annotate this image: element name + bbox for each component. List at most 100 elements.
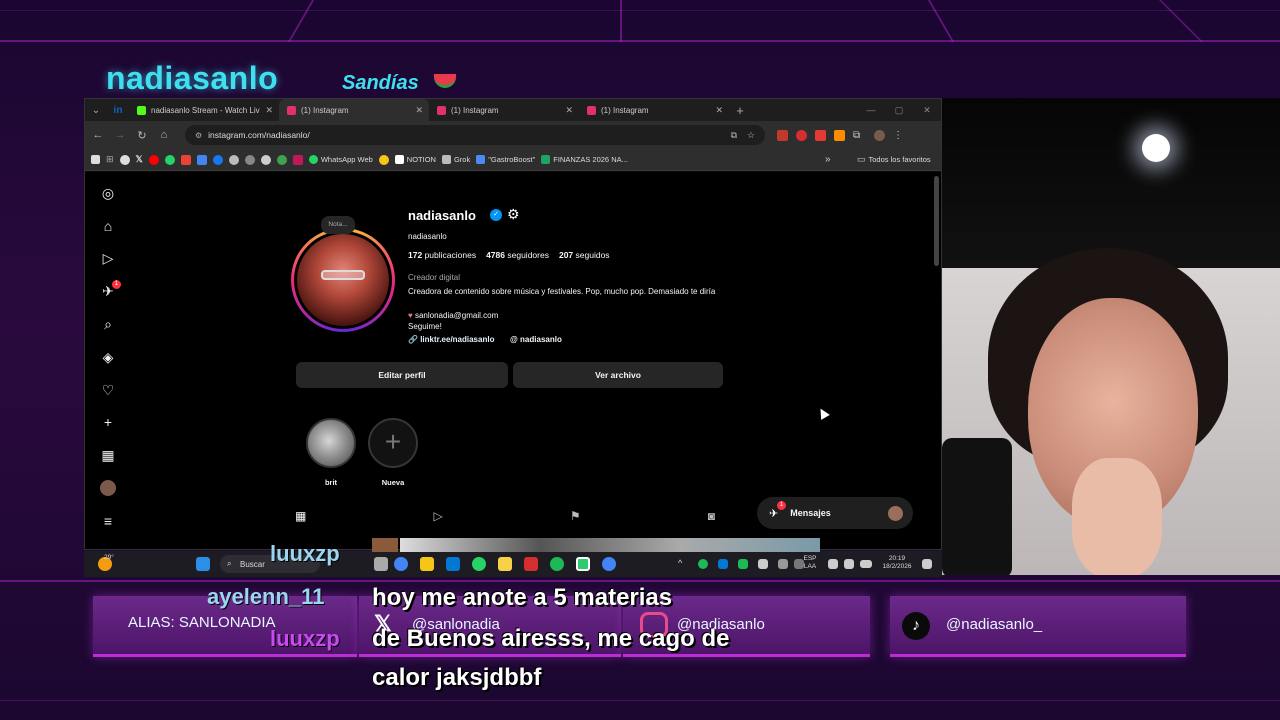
chatgpt-icon[interactable] [244, 154, 255, 165]
pdf-reader-icon[interactable] [524, 557, 538, 571]
scrollbar[interactable] [934, 176, 939, 266]
bookmark-icon[interactable] [292, 154, 303, 165]
calendar-icon[interactable] [196, 154, 207, 165]
dashboard-icon[interactable]: ▦ [100, 447, 116, 463]
pdf-extension-icon[interactable] [815, 129, 826, 141]
tray-icon[interactable] [738, 559, 748, 569]
bookmark-grok[interactable]: Grok [441, 155, 470, 164]
sticky-notes-icon[interactable] [498, 557, 512, 571]
tab-kick-stream[interactable]: nadiasanlo Stream - Watch Liv ✕ [129, 99, 279, 121]
youtube-icon[interactable] [148, 154, 159, 165]
create-icon[interactable]: + [100, 414, 116, 430]
close-icon[interactable]: ✕ [715, 105, 723, 116]
adblock-extension-icon[interactable] [777, 129, 788, 141]
store-icon[interactable] [446, 557, 460, 571]
volume-icon[interactable] [844, 559, 854, 569]
extension-icon[interactable] [796, 129, 807, 141]
tab-instagram-active[interactable]: (1) Instagram ✕ [279, 99, 429, 121]
highlight-new[interactable]: + Nueva [366, 418, 420, 487]
reels-icon[interactable]: ▷ [100, 250, 116, 266]
heart-icon[interactable]: ♡ [100, 382, 116, 398]
x-icon[interactable]: 𝕏 [136, 154, 143, 165]
home-icon[interactable]: ⌂ [100, 218, 116, 234]
facebook-icon[interactable] [212, 154, 223, 165]
more-bookmarks-icon[interactable]: » [825, 154, 831, 165]
minimize-button[interactable]: — [857, 99, 885, 121]
reload-icon[interactable]: ↻ [131, 129, 153, 142]
tray-spotify-icon[interactable] [698, 559, 708, 569]
threads-link[interactable]: @ nadiasanlo [510, 335, 562, 344]
bookmark-icon[interactable] [260, 154, 271, 165]
bookmark-star-icon[interactable]: ☆ [747, 130, 755, 141]
search-icon[interactable]: ⌕ [100, 316, 116, 332]
send-icon[interactable] [758, 559, 768, 569]
whatsapp-icon[interactable] [472, 557, 486, 571]
close-icon[interactable]: ✕ [565, 105, 573, 116]
bookmark-whatsapp-web[interactable]: WhatsApp Web [308, 155, 373, 164]
bookmark-icon[interactable] [378, 154, 389, 165]
bookmark-icon[interactable] [276, 154, 287, 165]
view-archive-button[interactable]: Ver archivo [513, 362, 723, 388]
following-stat[interactable]: 207 seguidos [559, 250, 610, 260]
settings-gear-icon[interactable]: ⚙ [507, 206, 520, 223]
tab-instagram[interactable]: (1) Instagram ✕ [579, 99, 729, 121]
grid-icon[interactable]: ⊞ [106, 154, 114, 165]
home-icon[interactable]: ⌂ [153, 129, 175, 141]
profile-avatar[interactable] [874, 129, 886, 141]
forward-icon[interactable]: → [109, 129, 131, 141]
messages-button[interactable]: ✈ 1 Mensajes [757, 497, 913, 529]
install-icon[interactable]: ⧉ [731, 130, 737, 141]
windows-start-icon[interactable] [196, 557, 210, 571]
note-bubble[interactable]: Nota... [321, 216, 355, 234]
saved-bookmark-icon[interactable]: ⚑ [570, 509, 581, 523]
file-explorer-icon[interactable] [420, 557, 434, 571]
clock[interactable]: 20:19 18/2/2026 [874, 555, 920, 571]
explore-icon[interactable]: ◈ [100, 349, 116, 365]
back-icon[interactable]: ← [87, 129, 109, 141]
edit-profile-button[interactable]: Editar perfil [296, 362, 508, 388]
kebab-menu-icon[interactable]: ⋮ [893, 130, 903, 141]
highlight-brit[interactable]: brit [304, 418, 358, 487]
address-bar[interactable]: ⚙ instagram.com/nadiasanlo/ ⧉ ☆ [185, 125, 765, 145]
followers-stat[interactable]: 4786 seguidores [486, 250, 549, 260]
close-icon[interactable]: ✕ [265, 105, 273, 116]
linkedin-tab-icon[interactable]: in [107, 99, 129, 121]
language-indicator[interactable]: ESP LAA [800, 555, 820, 571]
menu-icon[interactable]: ≡ [100, 513, 116, 529]
bookmarks-folder[interactable]: ▭ Todos los favoritos [857, 154, 931, 165]
chrome-icon[interactable] [602, 557, 616, 571]
chevron-up-icon[interactable]: ^ [678, 559, 682, 568]
steam-icon[interactable] [228, 154, 239, 165]
notifications-icon[interactable] [922, 559, 932, 569]
chrome-icon[interactable] [394, 557, 408, 571]
spotify-icon[interactable] [550, 557, 564, 571]
site-info-icon[interactable]: ⚙ [195, 131, 202, 140]
whatsapp-icon[interactable] [164, 154, 175, 165]
bookmark-notion[interactable]: NOTION [394, 155, 436, 164]
puzzle-extensions-icon[interactable]: ⧉ [853, 130, 860, 141]
profile-avatar[interactable] [291, 228, 395, 332]
display-icon[interactable] [828, 559, 838, 569]
profile-link[interactable]: 🔗 linktr.ee/nadiasanlo [408, 335, 494, 344]
taskview-icon[interactable] [374, 557, 388, 571]
bookmark-finanzas[interactable]: FINANZAS 2026 NA... [541, 155, 628, 164]
extension-icon[interactable] [834, 129, 845, 141]
close-window-button[interactable]: ✕ [913, 99, 941, 121]
reels-tab-icon[interactable]: ▷ [433, 509, 442, 523]
maximize-button[interactable]: ▢ [885, 99, 913, 121]
instagram-logo-icon[interactable]: ◎ [100, 185, 116, 201]
tab-search-icon[interactable]: ⌄ [85, 99, 107, 121]
gmail-icon[interactable] [180, 154, 191, 165]
google-icon[interactable] [119, 154, 130, 165]
tagged-icon[interactable]: ◙ [708, 509, 715, 523]
bluetooth-icon[interactable] [718, 559, 728, 569]
close-icon[interactable]: ✕ [415, 105, 423, 116]
tab-instagram[interactable]: (1) Instagram ✕ [429, 99, 579, 121]
posts-stat[interactable]: 172 publicaciones [408, 250, 476, 260]
profile-avatar-icon[interactable] [100, 480, 116, 496]
battery-icon[interactable] [860, 560, 872, 568]
new-tab-button[interactable]: + [729, 99, 751, 121]
bookmark-gastroboost[interactable]: "GastroBoost" [476, 155, 535, 164]
posts-grid-icon[interactable]: ▦ [295, 509, 306, 523]
apps-icon[interactable] [91, 155, 100, 164]
